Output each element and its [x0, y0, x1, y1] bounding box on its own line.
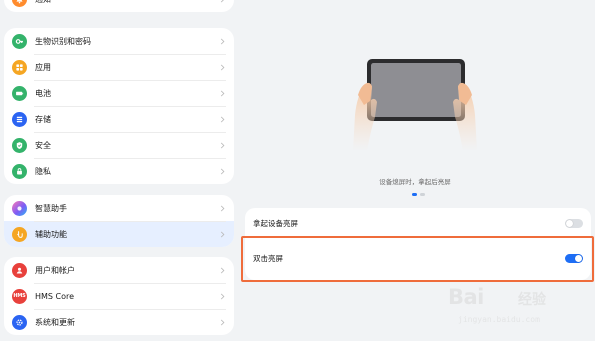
chevron-right-icon — [218, 0, 226, 3]
chevron-right-icon — [218, 37, 226, 45]
sidebar-item-label: 系统和更新 — [35, 317, 75, 327]
baidu-jingyan-watermark: Bai 经验 jingyan.baidu.com — [448, 279, 588, 335]
feature-description: 设备熄屏时，拿起后亮屏 — [379, 178, 451, 186]
chevron-right-icon — [218, 167, 226, 175]
storage-icon — [12, 111, 27, 127]
watermark-url: jingyan.baidu.com — [458, 315, 540, 324]
carousel-dot — [420, 193, 425, 196]
sidebar-item-label: 生物识别和密码 — [35, 36, 91, 46]
chevron-right-icon — [218, 141, 226, 149]
chevron-right-icon — [218, 115, 226, 123]
pick-up-wake-toggle[interactable] — [565, 218, 583, 228]
setting-row-pick-up-wake[interactable]: 拿起设备亮屏 — [245, 208, 591, 238]
setting-row-double-tap-wake[interactable]: 双击亮屏 — [245, 243, 591, 273]
setting-label: 拿起设备亮屏 — [253, 218, 298, 228]
privacy-icon — [12, 163, 27, 179]
settings-sidebar: 通知 生物识别和密码 应用 电池 — [0, 0, 238, 341]
chevron-right-icon — [218, 204, 226, 212]
sidebar-item-system-update[interactable]: 系统和更新 — [4, 309, 234, 335]
sidebar-item-accessibility[interactable]: 辅助功能 — [4, 221, 234, 247]
bell-icon — [12, 0, 27, 7]
sidebar-item-users-accounts[interactable]: 用户和帐户 — [4, 257, 234, 283]
chevron-right-icon — [218, 63, 226, 71]
battery-icon — [12, 85, 27, 101]
watermark-brand: Bai — [448, 285, 484, 309]
sidebar-group-account: 用户和帐户 HMS HMS Core 系统和更新 — [4, 257, 234, 335]
setting-label: 双击亮屏 — [253, 253, 283, 263]
sidebar-group-assist: 智慧助手 辅助功能 — [4, 195, 234, 247]
sidebar-item-label: 智慧助手 — [35, 203, 67, 213]
accessibility-icon — [12, 226, 27, 242]
sidebar-item-hms-core[interactable]: HMS HMS Core — [4, 283, 234, 309]
sidebar-item-security[interactable]: 安全 — [4, 132, 234, 158]
sidebar-item-label: 用户和帐户 — [35, 265, 75, 275]
sidebar-item-storage[interactable]: 存储 — [4, 106, 234, 132]
hms-core-icon: HMS — [12, 288, 27, 304]
system-update-icon — [12, 314, 27, 330]
sidebar-item-battery[interactable]: 电池 — [4, 80, 234, 106]
sidebar-item-label: 安全 — [35, 140, 51, 150]
sidebar-item-label: 电池 — [35, 88, 51, 98]
sidebar-item-smart-assistant[interactable]: 智慧助手 — [4, 195, 234, 221]
watermark-sub: 经验 — [518, 292, 546, 308]
user-icon — [12, 262, 27, 278]
wake-settings-card: 拿起设备亮屏 双击亮屏 — [245, 208, 591, 280]
toggle-knob — [575, 254, 582, 262]
sidebar-item-label: 隐私 — [35, 166, 51, 176]
double-tap-wake-toggle[interactable] — [565, 253, 583, 263]
sidebar-item-label: 辅助功能 — [35, 229, 67, 239]
sidebar-item-apps[interactable]: 应用 — [4, 54, 234, 80]
sidebar-group-device: 生物识别和密码 应用 电池 存储 安全 隐私 — [4, 28, 234, 184]
sidebar-group-top: 通知 — [4, 0, 234, 12]
shield-icon — [12, 137, 27, 153]
apps-icon — [12, 59, 27, 75]
chevron-right-icon — [218, 89, 226, 97]
sidebar-item-label: 应用 — [35, 62, 51, 72]
sidebar-item-label: HMS Core — [35, 291, 75, 301]
chevron-right-icon — [218, 292, 226, 300]
chevron-right-icon — [218, 266, 226, 274]
assistant-icon — [12, 200, 27, 216]
sidebar-item-privacy[interactable]: 隐私 — [4, 158, 234, 184]
sidebar-item-notifications[interactable]: 通知 — [4, 0, 234, 12]
chevron-right-icon — [218, 230, 226, 238]
key-icon — [12, 33, 27, 49]
toggle-knob — [566, 219, 573, 227]
sidebar-item-biometrics[interactable]: 生物识别和密码 — [4, 28, 234, 54]
carousel-dot-active — [412, 193, 417, 196]
chevron-right-icon — [218, 318, 226, 326]
sidebar-item-label: 存储 — [35, 114, 51, 124]
carousel-indicator — [412, 193, 425, 196]
sidebar-item-label: 通知 — [35, 0, 218, 5]
pick-up-tablet-illustration — [345, 55, 485, 155]
